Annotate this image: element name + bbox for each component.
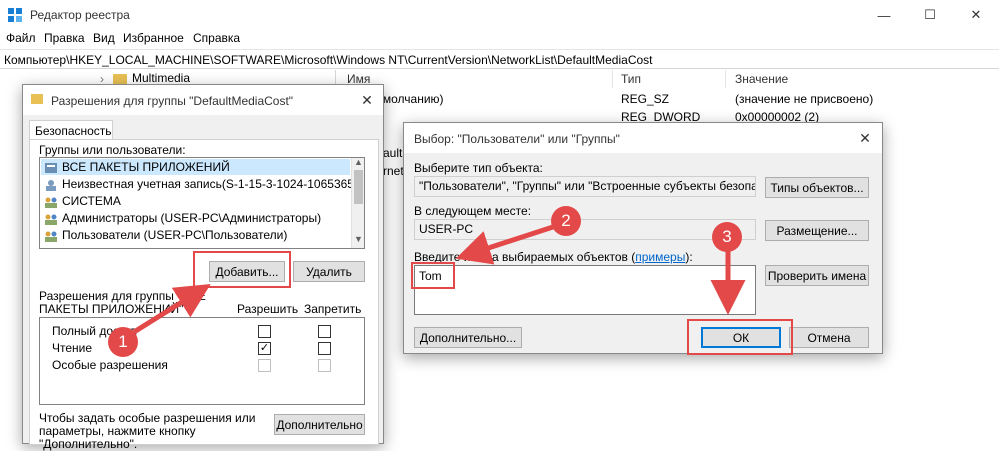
- folder-icon: [31, 94, 43, 104]
- scroll-up-icon[interactable]: ▲: [354, 158, 363, 167]
- row-type: REG_SZ: [621, 92, 670, 106]
- column-divider: [725, 70, 726, 88]
- deny-full-control-checkbox[interactable]: [318, 325, 331, 338]
- check-icon: ✓: [259, 342, 270, 354]
- permissions-label-line1: Разрешения для группы "ВСЕ: [39, 289, 206, 303]
- package-icon: [45, 162, 57, 173]
- user-item[interactable]: ВСЕ ПАКЕТЫ ПРИЛОЖЕНИЙ: [44, 160, 230, 174]
- allow-special-checkbox: [258, 359, 271, 372]
- location-field: USER-PC: [414, 219, 756, 240]
- select-dialog-title: Выбор: "Пользователи" или "Группы": [404, 123, 882, 153]
- user-item-label: Администраторы (USER-PC\Администраторы): [62, 211, 322, 225]
- window-title: Редактор реестра: [30, 8, 130, 22]
- permissions-dialog-title: Разрешения для группы "DefaultMediaCost": [23, 85, 383, 115]
- remove-button[interactable]: Удалить: [293, 261, 365, 282]
- maximize-icon[interactable]: ☐: [907, 0, 953, 30]
- dialog-title-text: Разрешения для группы "DefaultMediaCost": [51, 94, 294, 108]
- footer-text-line3: "Дополнительно".: [39, 437, 138, 451]
- row-name[interactable]: ault: [383, 146, 402, 160]
- location-button[interactable]: Размещение...: [765, 220, 869, 241]
- deny-column-header: Запретить: [304, 302, 362, 316]
- object-types-button[interactable]: Типы объектов...: [765, 177, 869, 198]
- user-item[interactable]: Администраторы (USER-PC\Администраторы): [44, 211, 321, 225]
- deny-special-checkbox: [318, 359, 331, 372]
- dialog-title-text: Выбор: "Пользователи" или "Группы": [414, 132, 620, 146]
- users-listbox[interactable]: ВСЕ ПАКЕТЫ ПРИЛОЖЕНИЙ Неизвестная учетна…: [39, 157, 365, 249]
- menu-help[interactable]: Справка: [193, 31, 240, 45]
- tab-security[interactable]: Безопасность: [29, 120, 113, 140]
- names-input[interactable]: Tom: [414, 265, 756, 315]
- user-item[interactable]: СИСТЕМА: [44, 194, 121, 208]
- menu-edit[interactable]: Правка: [44, 31, 85, 45]
- advanced-button[interactable]: Дополнительно: [274, 414, 365, 435]
- object-type-label: Выберите тип объекта:: [414, 161, 543, 175]
- advanced-button[interactable]: Дополнительно...: [414, 327, 522, 348]
- permission-name: Особые разрешения: [52, 358, 168, 372]
- footer-text-line2: параметры, нажмите кнопку: [39, 424, 196, 438]
- select-users-dialog: Выбор: "Пользователи" или "Группы" ✕ Выб…: [403, 122, 883, 355]
- scrollbar-thumb[interactable]: [354, 170, 363, 204]
- check-names-button[interactable]: Проверить имена: [765, 265, 869, 286]
- allow-full-control-checkbox[interactable]: [258, 325, 271, 338]
- title-bar: Редактор реестра — ☐ ✕: [0, 0, 999, 30]
- vertical-scrollbar[interactable]: ▲ ▼: [351, 158, 364, 248]
- close-icon[interactable]: ✕: [350, 85, 384, 115]
- step-badge-2: 2: [551, 206, 581, 236]
- row-name[interactable]: rnet: [383, 164, 404, 178]
- user-item[interactable]: Неизвестная учетная запись(S-1-15-3-1024…: [44, 177, 365, 191]
- tree-item-multimedia[interactable]: Multimedia: [132, 71, 190, 85]
- column-value[interactable]: Значение: [735, 72, 788, 86]
- address-bar[interactable]: Компьютер\HKEY_LOCAL_MACHINE\SOFTWARE\Mi…: [0, 49, 999, 69]
- permissions-dialog: Разрешения для группы "DefaultMediaCost"…: [22, 84, 384, 451]
- close-icon[interactable]: ✕: [953, 0, 999, 30]
- users-group-icon: [45, 231, 57, 242]
- user-item-label: Неизвестная учетная запись(S-1-15-3-1024…: [62, 177, 365, 191]
- tab-label: Безопасность: [35, 124, 112, 138]
- step-badge-1: 1: [108, 327, 138, 357]
- names-label-end: ):: [685, 250, 693, 264]
- user-item-label: СИСТЕМА: [62, 194, 121, 208]
- row-value: (значение не присвоено): [735, 92, 874, 106]
- users-group-icon: [45, 197, 57, 208]
- users-group-icon: [45, 214, 57, 225]
- column-divider: [612, 70, 613, 88]
- menu-file[interactable]: Файл: [6, 31, 36, 45]
- user-item-label: Пользователи (USER-PC\Пользователи): [62, 228, 288, 242]
- column-type[interactable]: Тип: [621, 72, 641, 86]
- allow-column-header: Разрешить: [237, 302, 299, 316]
- examples-link[interactable]: примеры: [635, 250, 685, 264]
- footer-text-line1: Чтобы задать особые разрешения или: [39, 411, 256, 425]
- menu-favorites[interactable]: Избранное: [123, 31, 184, 45]
- user-item-label: ВСЕ ПАКЕТЫ ПРИЛОЖЕНИЙ: [62, 160, 230, 174]
- object-type-field: "Пользователи", "Группы" или "Встроенные…: [414, 176, 756, 197]
- regedit-app-icon: [8, 8, 22, 22]
- cancel-button[interactable]: Отмена: [789, 327, 869, 348]
- menu-view[interactable]: Вид: [93, 31, 115, 45]
- permissions-listbox: Полный доступ Чтение ✓ Особые разрешения: [39, 317, 365, 405]
- close-icon[interactable]: ✕: [848, 123, 882, 153]
- highlight-names-input: [411, 262, 455, 289]
- menu-bar: Файл Правка Вид Избранное Справка: [0, 30, 999, 48]
- scroll-down-icon[interactable]: ▼: [354, 234, 363, 244]
- highlight-ok-button: [687, 319, 793, 355]
- highlight-add-button: [193, 251, 291, 288]
- step-badge-3: 3: [712, 222, 742, 252]
- groups-label: Группы или пользователи:: [39, 143, 186, 157]
- unknown-account-icon: [46, 179, 56, 191]
- user-item[interactable]: Пользователи (USER-PC\Пользователи): [44, 228, 287, 242]
- location-label: В следующем месте:: [414, 204, 532, 218]
- permission-name: Чтение: [52, 341, 93, 355]
- deny-read-checkbox[interactable]: [318, 342, 331, 355]
- minimize-icon[interactable]: —: [861, 0, 907, 30]
- permissions-label-line2: ПАКЕТЫ ПРИЛОЖЕНИЙ": [39, 302, 184, 316]
- allow-read-checkbox[interactable]: ✓: [258, 342, 271, 355]
- names-label: Введите имена выбираемых объектов (приме…: [414, 250, 693, 264]
- row-name[interactable]: умолчанию): [377, 92, 444, 106]
